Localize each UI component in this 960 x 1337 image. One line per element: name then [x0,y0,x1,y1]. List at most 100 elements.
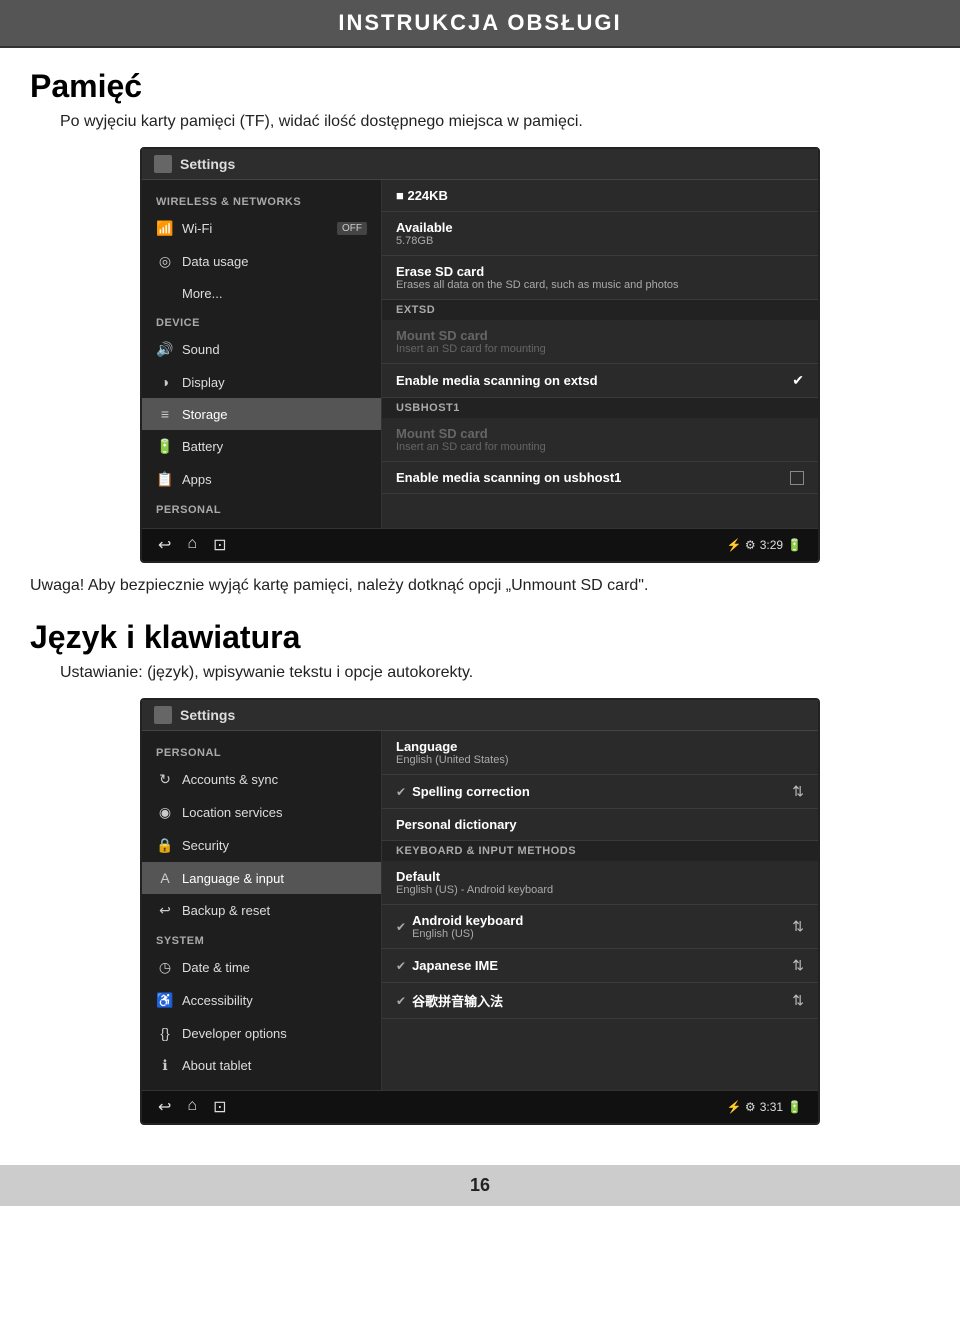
lang-item-language[interactable]: Language English (United States) [382,731,818,775]
mount-usbhost-sub: Insert an SD card for mounting [396,441,804,453]
mount-extsd-sub: Insert an SD card for mounting [396,343,804,355]
time-2: 3:31 [760,1100,783,1114]
section2-title: Język i klawiatura [30,619,930,656]
recent-button-1[interactable]: ⊡ [213,535,226,555]
navbar-1: ↩ ⌂ ⊡ ⚡ ⚙ 3:29 🔋 [142,528,818,561]
status-icons-2: ⚡ ⚙ [727,1100,756,1114]
spelling-checkmark: ✔ [396,785,406,799]
japanese-ime-checkmark: ✔ [396,959,406,973]
sidebar-item-location[interactable]: ◉ Location services [142,796,381,829]
settings-icon-2 [154,706,172,724]
security-icon: 🔒 [156,837,174,854]
battery-status-2: 🔋 [787,1100,802,1114]
lang-item-japanese-ime[interactable]: ✔ Japanese IME ⇅ [382,949,818,983]
sidebar-item-security[interactable]: 🔒 Security [142,829,381,862]
sidebar-item-datetime[interactable]: ◷ Date & time [142,951,381,984]
sidebar-item-more[interactable]: More... [142,278,381,309]
home-button-2[interactable]: ⌂ [187,1097,197,1117]
sidebar-2: PERSONAL ↻ Accounts & sync ◉ Location se… [142,731,382,1090]
language-label: Language & input [182,871,367,886]
status-bar-1: ⚡ ⚙ 3:29 🔋 [727,538,802,552]
sidebar-item-battery[interactable]: 🔋 Battery [142,430,381,463]
sidebar-item-about[interactable]: ℹ About tablet [142,1049,381,1082]
storage-mount-extsd: Mount SD card Insert an SD card for moun… [382,320,818,364]
lang-item-google-pinyin[interactable]: ✔ 谷歌拼音输入法 ⇅ [382,983,818,1019]
storage-224kb-title: ■ 224KB [396,188,804,203]
battery-label: Battery [182,439,367,454]
media-extsd-title: Enable media scanning on extsd [396,373,598,388]
data-usage-icon: ◎ [156,253,174,270]
sidebar-item-accounts[interactable]: ↻ Accounts & sync [142,763,381,796]
section-extsd: EXTSD [382,300,818,320]
sidebar-item-data-usage[interactable]: ◎ Data usage [142,245,381,278]
display-icon: ◑ [156,374,174,390]
sidebar-item-developer[interactable]: {} Developer options [142,1017,381,1049]
screenshot1: Settings WIRELESS & NETWORKS 📶 Wi-Fi OFF… [140,147,820,563]
android-keyboard-sub: English (US) [412,928,523,940]
sidebar-1: WIRELESS & NETWORKS 📶 Wi-Fi OFF ◎ Data u… [142,180,382,528]
sidebar-item-display[interactable]: ◑ Display [142,366,381,398]
settings-icon-1 [154,155,172,173]
location-icon: ◉ [156,804,174,821]
android-ui-2: Settings PERSONAL ↻ Accounts & sync ◉ Lo… [142,700,818,1123]
sidebar-item-wifi[interactable]: 📶 Wi-Fi OFF [142,212,381,245]
backup-label: Backup & reset [182,903,367,918]
titlebar-2: Settings [142,700,818,731]
language-icon: A [156,870,174,886]
accounts-label: Accounts & sync [182,772,367,787]
apps-icon: 📋 [156,471,174,488]
storage-available-sub: 5.78GB [396,235,804,247]
lang-item-dictionary[interactable]: Personal dictionary [382,809,818,841]
storage-media-extsd[interactable]: Enable media scanning on extsd ✔ [382,364,818,398]
about-label: About tablet [182,1058,367,1073]
storage-available[interactable]: Available 5.78GB [382,212,818,256]
sidebar-section-system: SYSTEM [142,927,381,951]
sidebar-item-backup[interactable]: ↩ Backup & reset [142,894,381,927]
storage-label: Storage [182,407,367,422]
screenshot2: Settings PERSONAL ↻ Accounts & sync ◉ Lo… [140,698,820,1125]
wifi-toggle[interactable]: OFF [337,222,367,235]
storage-media-usbhost[interactable]: Enable media scanning on usbhost1 [382,462,818,494]
home-button-1[interactable]: ⌂ [187,535,197,555]
sidebar-item-accessibility[interactable]: ♿ Accessibility [142,984,381,1017]
spelling-settings-icon[interactable]: ⇅ [792,783,804,800]
data-usage-label: Data usage [182,254,367,269]
page-footer: 16 [0,1165,960,1206]
pinyin-checkmark: ✔ [396,994,406,1008]
default-title: Default [396,869,804,884]
sidebar-section-personal2: PERSONAL [142,739,381,763]
settings-content-1: ■ 224KB Available 5.78GB Erase SD card E… [382,180,818,528]
accessibility-icon: ♿ [156,992,174,1009]
lang-item-android-keyboard[interactable]: ✔ Android keyboard English (US) ⇅ [382,905,818,949]
pinyin-settings-icon[interactable]: ⇅ [792,992,804,1009]
lang-item-spelling[interactable]: ✔ Spelling correction ⇅ [382,775,818,809]
mount-extsd-title: Mount SD card [396,328,804,343]
section1-desc: Po wyjęciu karty pamięci (TF), widać ilo… [60,113,930,131]
sidebar-item-language[interactable]: A Language & input [142,862,381,894]
storage-erase[interactable]: Erase SD card Erases all data on the SD … [382,256,818,300]
nav-buttons-1: ↩ ⌂ ⊡ [158,535,226,555]
accessibility-label: Accessibility [182,993,367,1008]
sidebar-section-device: DEVICE [142,309,381,333]
sidebar-item-sound[interactable]: 🔊 Sound [142,333,381,366]
storage-erase-sub: Erases all data on the SD card, such as … [396,279,804,291]
backup-icon: ↩ [156,902,174,919]
recent-button-2[interactable]: ⊡ [213,1097,226,1117]
sidebar-item-storage[interactable]: ≡ Storage [142,398,381,430]
android-ui-1: Settings WIRELESS & NETWORKS 📶 Wi-Fi OFF… [142,149,818,561]
page-header: INSTRUKCJA OBSŁUGI [0,0,960,48]
wifi-label: Wi-Fi [182,221,325,236]
android-keyboard-title: Android keyboard [412,913,523,928]
sidebar-item-apps[interactable]: 📋 Apps [142,463,381,496]
usbhost-checkbox[interactable] [790,471,804,485]
accounts-icon: ↻ [156,771,174,788]
japanese-ime-settings-icon[interactable]: ⇅ [792,957,804,974]
back-button-2[interactable]: ↩ [158,1097,171,1117]
storage-erase-title: Erase SD card [396,264,804,279]
back-button-1[interactable]: ↩ [158,535,171,555]
android-keyboard-settings-icon[interactable]: ⇅ [792,918,804,935]
status-icons-1: ⚡ ⚙ [727,538,756,552]
more-label: More... [182,286,367,301]
settings-content-2: Language English (United States) ✔ Spell… [382,731,818,1090]
page-number: 16 [470,1175,490,1195]
